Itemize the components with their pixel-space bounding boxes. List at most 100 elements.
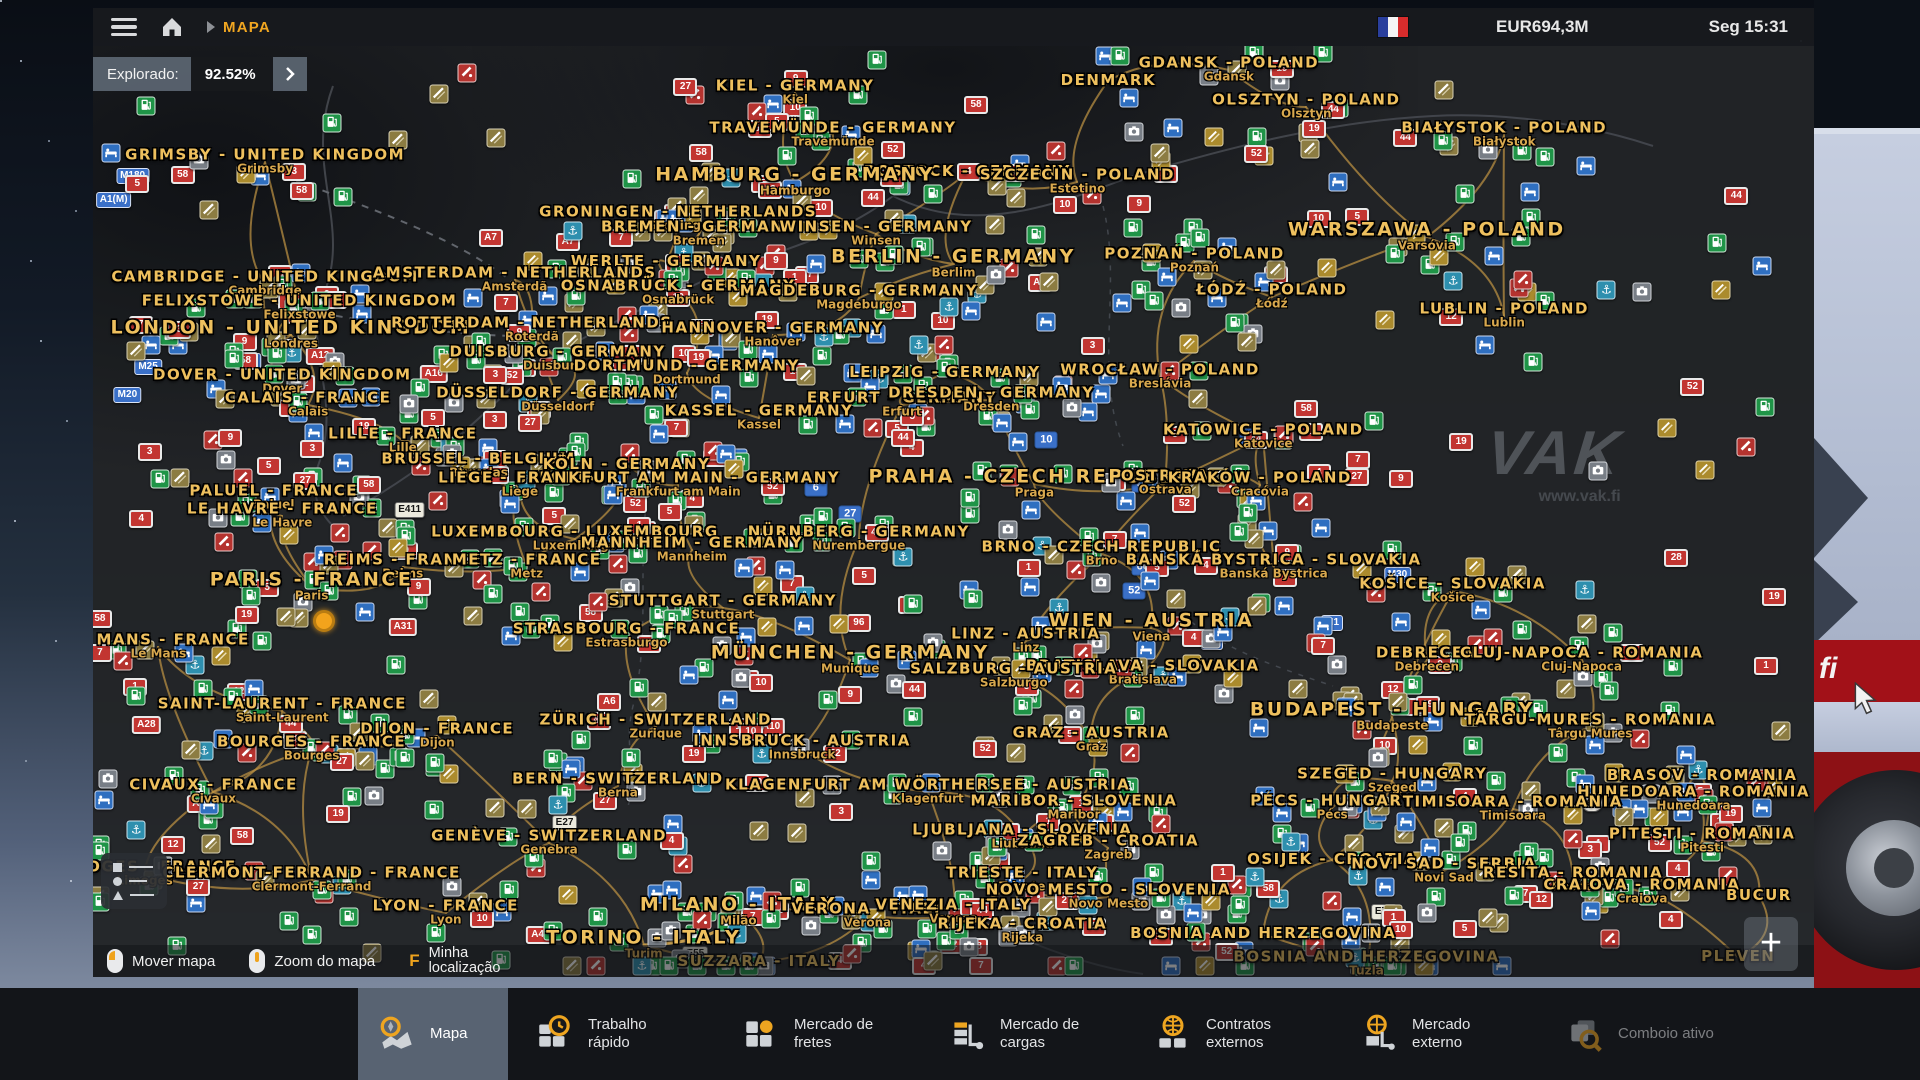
- map-icon: 58: [290, 182, 314, 200]
- map-icon: [1461, 708, 1480, 727]
- map-icon: [923, 634, 942, 653]
- map-icon: 1: [892, 301, 916, 319]
- map-icon: [429, 492, 448, 511]
- map-icon: 10: [749, 674, 773, 692]
- map-icon: [355, 751, 374, 770]
- zoom-in-button[interactable]: +: [1744, 917, 1798, 971]
- map-icon: [986, 215, 1005, 234]
- map-icon: [1179, 335, 1198, 354]
- map-icon: 19: [326, 805, 350, 823]
- map-icon: [604, 485, 623, 504]
- map-icon: [370, 713, 389, 732]
- tab-comboio-ativo[interactable]: Comboio ativo: [1538, 988, 1740, 1080]
- map-icon: ⚓: [549, 795, 568, 814]
- map-icon: 19: [352, 418, 376, 436]
- map-icon: [731, 668, 750, 687]
- map-icon: [875, 300, 894, 319]
- map-icon: ⚓: [722, 169, 741, 188]
- tab-label: Comboio ativo: [1618, 1025, 1714, 1043]
- zoom-map-hint: Zoom do mapa: [249, 949, 375, 973]
- tab-trabalho-r-pido[interactable]: Trabalho rápido: [508, 988, 714, 1080]
- map-icon: [279, 911, 298, 930]
- explored-expand-button[interactable]: [273, 57, 307, 91]
- map-icon: [302, 925, 321, 944]
- map-icon: [429, 85, 448, 104]
- map-icon: [1521, 781, 1540, 800]
- road-shield: M20: [114, 387, 141, 403]
- map-icon: 44: [279, 715, 303, 733]
- map-icon: [619, 323, 638, 342]
- map-icon: [501, 626, 520, 645]
- map-icon: [1116, 491, 1135, 510]
- map-icon: 3: [829, 803, 853, 821]
- map-icon: [777, 146, 796, 165]
- map-icon: ⚓: [753, 273, 772, 292]
- hamburger-menu-icon[interactable]: [107, 14, 141, 41]
- tab-mercado-de-fretes[interactable]: Mercado de fretes: [714, 988, 920, 1080]
- map-icon: [338, 388, 357, 407]
- map-icon: [1661, 702, 1680, 721]
- map-icon: [233, 468, 252, 487]
- map-icon: 27: [1345, 468, 1369, 486]
- map-icon: [577, 379, 596, 398]
- map-icon: [1201, 892, 1220, 911]
- breadcrumb[interactable]: MAPA: [223, 19, 271, 36]
- road-shield: 7: [1346, 451, 1370, 469]
- map-icon: [734, 559, 753, 578]
- road-shield: 12: [1299, 423, 1323, 441]
- map-icon: [1389, 692, 1408, 711]
- map-icon: [794, 616, 813, 635]
- map-icon: [998, 521, 1017, 540]
- map-icon: [1088, 812, 1107, 831]
- map-icon: [1523, 352, 1542, 371]
- map-icon: [861, 871, 880, 890]
- home-icon[interactable]: [159, 15, 185, 39]
- map-icon: [1204, 128, 1223, 147]
- map-icon: [992, 656, 1011, 675]
- tab-label: Mercado externo: [1412, 1016, 1512, 1051]
- map-icon: [1082, 186, 1101, 205]
- tab-contratos-externos[interactable]: Contratos externos: [1126, 988, 1332, 1080]
- map-icon: [311, 292, 330, 311]
- map-icon: [1715, 823, 1734, 842]
- map-icon: [552, 348, 571, 367]
- road-shield: A7: [479, 229, 503, 247]
- map-icon: [990, 368, 1009, 387]
- map-icon: [791, 738, 810, 757]
- map-icon: ⚓: [909, 335, 928, 354]
- map-icon: [1230, 464, 1249, 483]
- map-legend-button[interactable]: [101, 853, 167, 909]
- tab-mercado-externo[interactable]: Mercado externo: [1332, 988, 1538, 1080]
- map-icon: 52: [1244, 145, 1268, 163]
- map-icon: [1578, 614, 1597, 633]
- road-shield: M30: [1384, 567, 1411, 583]
- map-icon: [457, 63, 476, 82]
- map-icon: 44: [1724, 187, 1748, 205]
- map-icon: [1494, 584, 1513, 603]
- map-icon: [1191, 229, 1210, 248]
- road-shield: 28: [1664, 549, 1688, 567]
- map-icon: [607, 372, 626, 391]
- map-icon: [648, 692, 667, 711]
- tab-mercado-de-cargas[interactable]: Mercado de cargas: [920, 988, 1126, 1080]
- map-icon: [1012, 660, 1031, 679]
- map-icon: [1040, 273, 1059, 292]
- map-icon: [1478, 141, 1497, 160]
- map-icon: [175, 643, 194, 662]
- map-icon: ⚓: [814, 328, 833, 347]
- map-icon: [350, 723, 369, 742]
- map-icon: 3: [483, 411, 507, 429]
- map-icon: [1442, 762, 1461, 781]
- tab-mapa[interactable]: Mapa: [358, 988, 508, 1080]
- money-display: EUR694,3M: [1496, 17, 1589, 37]
- map-icon: [201, 835, 220, 854]
- map-icon: [484, 585, 503, 604]
- map-icon: [1327, 656, 1346, 675]
- map-icon: [725, 892, 744, 911]
- map-icon: ⚓: [127, 821, 146, 840]
- tab-label: Contratos externos: [1206, 1016, 1306, 1051]
- mouse-cursor: [1853, 682, 1879, 716]
- map-icon: [538, 287, 557, 306]
- map-canvas[interactable]: VAK www.vak.fi KIEL - GERMANYKielDENMARK…: [93, 46, 1814, 977]
- forklift-icon: [946, 1013, 988, 1055]
